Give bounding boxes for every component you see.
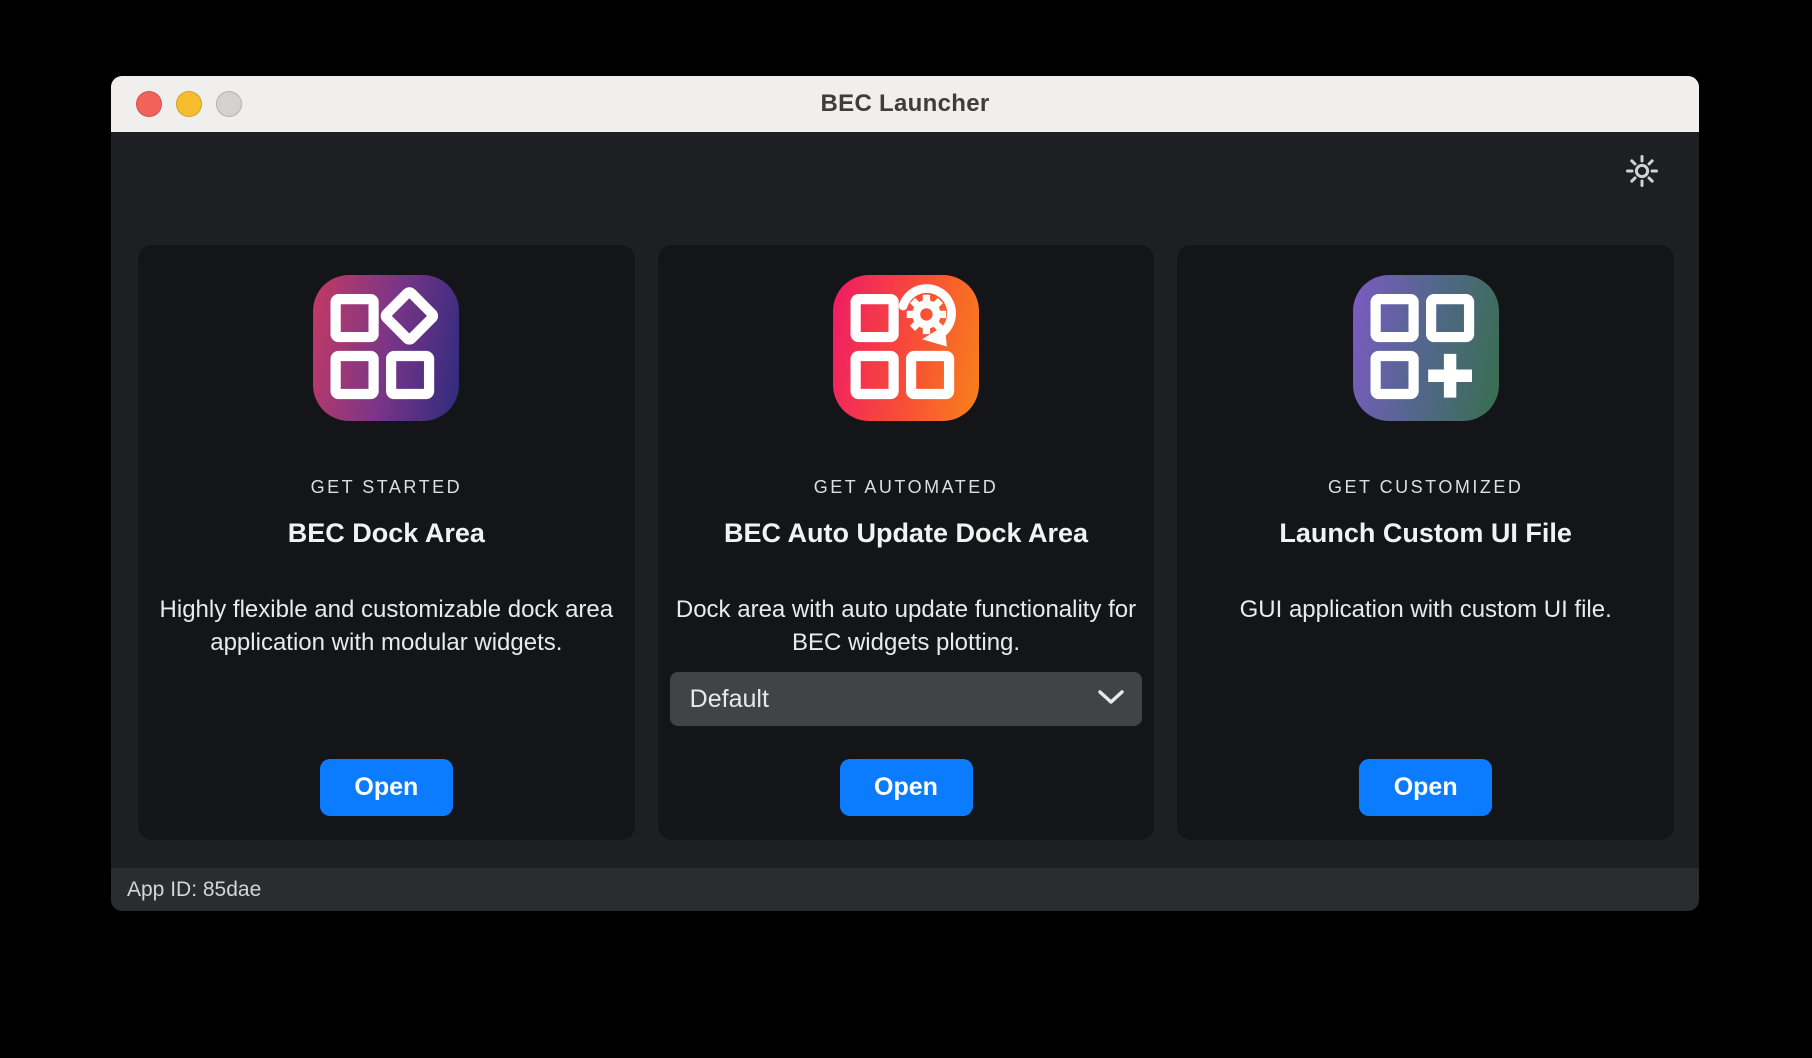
open-auto-update-button[interactable]: Open	[840, 759, 973, 816]
environment-select[interactable]: Default	[670, 672, 1143, 726]
custom-ui-app-icon	[1353, 275, 1499, 421]
card-title: Launch Custom UI File	[1279, 518, 1572, 549]
minimize-button[interactable]	[176, 91, 202, 117]
close-button[interactable]	[136, 91, 162, 117]
traffic-lights	[136, 76, 242, 132]
dock-area-app-icon	[313, 275, 459, 421]
theme-toggle-button[interactable]	[1623, 154, 1661, 192]
launcher-cards: GET STARTED BEC Dock Area Highly flexibl…	[138, 245, 1674, 840]
card-custom-ui: GET CUSTOMIZED Launch Custom UI File GUI…	[1177, 245, 1674, 840]
content-area: GET STARTED BEC Dock Area Highly flexibl…	[111, 132, 1699, 868]
title-bar: BEC Launcher	[111, 76, 1699, 132]
app-id-label: App ID: 85dae	[127, 878, 261, 902]
card-auto-update: GET AUTOMATED BEC Auto Update Dock Area …	[658, 245, 1155, 840]
card-description: Highly flexible and customizable dock ar…	[150, 593, 623, 659]
card-title: BEC Dock Area	[288, 518, 485, 549]
bec-launcher-window: BEC Launcher	[111, 76, 1699, 911]
card-eyebrow: GET STARTED	[311, 477, 463, 498]
card-title: BEC Auto Update Dock Area	[724, 518, 1088, 549]
card-eyebrow: GET AUTOMATED	[814, 477, 999, 498]
card-description: GUI application with custom UI file.	[1234, 593, 1618, 626]
window-title: BEC Launcher	[821, 90, 990, 118]
open-custom-ui-button[interactable]: Open	[1359, 759, 1492, 816]
environment-select-value: Default	[690, 685, 769, 714]
auto-update-app-icon	[833, 275, 979, 421]
chevron-down-icon	[1098, 689, 1124, 710]
card-eyebrow: GET CUSTOMIZED	[1328, 477, 1523, 498]
status-bar: App ID: 85dae	[111, 868, 1699, 911]
zoom-button[interactable]	[216, 91, 242, 117]
card-description: Dock area with auto update functionality…	[670, 593, 1143, 659]
card-dock-area: GET STARTED BEC Dock Area Highly flexibl…	[138, 245, 635, 840]
open-dock-area-button[interactable]: Open	[320, 759, 453, 816]
sun-icon	[1624, 153, 1660, 194]
